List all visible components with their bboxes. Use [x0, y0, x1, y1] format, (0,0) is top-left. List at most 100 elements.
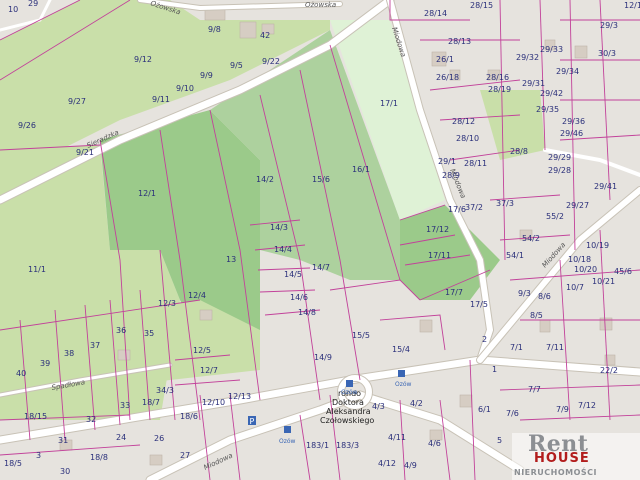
parcel-label[interactable]: 7/9: [556, 405, 569, 414]
parcel-label[interactable]: 15/5: [352, 331, 370, 340]
parcel-label[interactable]: 29/1: [438, 157, 456, 166]
parcel-label[interactable]: 29/28: [548, 166, 571, 175]
parcel-label[interactable]: 28/16: [486, 73, 509, 82]
parcel-label[interactable]: 9/10: [176, 84, 194, 93]
bus-stop-icon[interactable]: [346, 380, 353, 387]
parcel-label[interactable]: 7/6: [506, 409, 519, 418]
parcel-label[interactable]: 18/6: [180, 412, 198, 421]
parcel-label[interactable]: 31: [58, 436, 68, 445]
parcel-label[interactable]: 4/3: [372, 402, 385, 411]
parcel-label[interactable]: 29/35: [536, 105, 559, 114]
parcel-label[interactable]: 16/1: [352, 165, 370, 174]
parcel-label[interactable]: 17/7: [445, 288, 463, 297]
parcel-label[interactable]: 14/7: [312, 263, 330, 272]
parcel-label[interactable]: 17/11: [428, 251, 451, 260]
parcel-label[interactable]: 28/9: [442, 171, 460, 180]
parcel-label[interactable]: 28/15: [470, 1, 493, 10]
parcel-label[interactable]: 12/4: [188, 291, 206, 300]
parcel-label[interactable]: 17/6: [448, 205, 466, 214]
parcel-label[interactable]: 28/19: [488, 85, 511, 94]
parcel-label[interactable]: 4/6: [428, 439, 441, 448]
parcel-label[interactable]: 17/5: [470, 300, 488, 309]
parcel-label[interactable]: 27: [180, 451, 190, 460]
parcel-label[interactable]: 29/32: [516, 53, 539, 62]
parcel-label[interactable]: 9/21: [76, 148, 94, 157]
parcel-label[interactable]: 24: [116, 433, 126, 442]
parcel-label[interactable]: 35: [144, 329, 154, 338]
bus-stop-icon[interactable]: [284, 426, 291, 433]
parcel-label[interactable]: 14/8: [298, 308, 316, 317]
parcel-label[interactable]: 8/5: [530, 311, 543, 320]
parcel-label[interactable]: 45/6: [614, 267, 632, 276]
parcel-label[interactable]: 10/7: [566, 283, 584, 292]
parcel-label[interactable]: 3: [36, 451, 41, 460]
parcel-label[interactable]: 12/5: [193, 346, 211, 355]
parcel-label[interactable]: 30: [60, 467, 70, 476]
parcel-label[interactable]: 37/3: [496, 199, 514, 208]
parcel-label[interactable]: 10/21: [592, 277, 615, 286]
parcel-label[interactable]: 9/5: [230, 61, 243, 70]
parcel-label[interactable]: 12/7: [200, 366, 218, 375]
parcel-label[interactable]: 2: [482, 335, 487, 344]
parcel-label[interactable]: 54/2: [522, 234, 540, 243]
parcel-label[interactable]: 18/7: [142, 398, 160, 407]
parcel-label[interactable]: 183/3: [336, 441, 359, 450]
parcel-label[interactable]: 12/1a: [624, 1, 640, 10]
parcel-label[interactable]: 29/46: [560, 129, 583, 138]
parcel-label[interactable]: 14/9: [314, 353, 332, 362]
parcel-label[interactable]: 37/2: [465, 203, 483, 212]
parcel-label[interactable]: 9/8: [208, 25, 221, 34]
parcel-label[interactable]: 29/31: [522, 79, 545, 88]
parcel-label[interactable]: 37: [90, 341, 100, 350]
parcel-label[interactable]: 14/6: [290, 293, 308, 302]
parcel-label[interactable]: 9/11: [152, 95, 170, 104]
parcel-label[interactable]: 32: [86, 415, 96, 424]
parcel-label[interactable]: 5: [497, 436, 502, 445]
parcel-label[interactable]: 36: [116, 326, 126, 335]
parcel-label[interactable]: 8/6: [538, 292, 551, 301]
parcel-label[interactable]: 29/27: [566, 201, 589, 210]
parcel-label[interactable]: 183/1: [306, 441, 329, 450]
parcel-label[interactable]: 9/27: [68, 97, 86, 106]
parcel-label[interactable]: 29/3: [600, 21, 618, 30]
parcel-label[interactable]: 9/22: [262, 57, 280, 66]
parcel-label[interactable]: 7/11: [546, 343, 564, 352]
parcel-label[interactable]: 33: [120, 401, 130, 410]
parcel-label[interactable]: 28/14: [424, 9, 447, 18]
parcel-label[interactable]: 7/1: [510, 343, 523, 352]
parcel-label[interactable]: 18/15: [24, 412, 47, 421]
parcel-label[interactable]: 7/12: [578, 401, 596, 410]
parcel-label[interactable]: 30/3: [598, 49, 616, 58]
parcel-label[interactable]: 28/10: [456, 134, 479, 143]
parcel-label[interactable]: 34/3: [156, 386, 174, 395]
parcel-label[interactable]: 14/4: [274, 245, 292, 254]
parcel-label[interactable]: 39: [40, 359, 50, 368]
parcel-label[interactable]: 29/41: [594, 182, 617, 191]
parcel-label[interactable]: 55/2: [546, 212, 564, 221]
parcel-label[interactable]: 15/6: [312, 175, 330, 184]
parcel-label[interactable]: 12/1: [138, 189, 156, 198]
parcel-label[interactable]: 17/1: [380, 99, 398, 108]
parcel-label[interactable]: 4/11: [388, 433, 406, 442]
parcel-label[interactable]: 12/10: [202, 398, 225, 407]
parcel-label[interactable]: 29: [28, 0, 38, 8]
parcel-label[interactable]: 10/19: [586, 241, 609, 250]
parcel-label[interactable]: 29/29: [548, 153, 571, 162]
parcel-label[interactable]: 12/13: [228, 392, 251, 401]
parcel-label[interactable]: 18/5: [4, 459, 22, 468]
parcel-label[interactable]: 9/9: [200, 71, 213, 80]
parcel-label[interactable]: 4/9: [404, 461, 417, 470]
parcel-label[interactable]: 54/1: [506, 251, 524, 260]
parcel-label[interactable]: 6/1: [478, 405, 491, 414]
parcel-label[interactable]: 26: [154, 434, 164, 443]
parcel-label[interactable]: 29/33: [540, 45, 563, 54]
parcel-label[interactable]: 14/5: [284, 270, 302, 279]
parcel-label[interactable]: 7/7: [528, 385, 541, 394]
parcel-label[interactable]: 10/20: [574, 265, 597, 274]
parcel-label[interactable]: 9/12: [134, 55, 152, 64]
parcel-label[interactable]: 42: [260, 31, 270, 40]
parcel-label[interactable]: 1: [492, 365, 497, 374]
cadastral-map[interactable]: P Ożowska Ożowska Sieradzka Miodowa Miod…: [0, 0, 640, 480]
parcel-label[interactable]: 14/3: [270, 223, 288, 232]
parcel-label[interactable]: 28/12: [452, 117, 475, 126]
